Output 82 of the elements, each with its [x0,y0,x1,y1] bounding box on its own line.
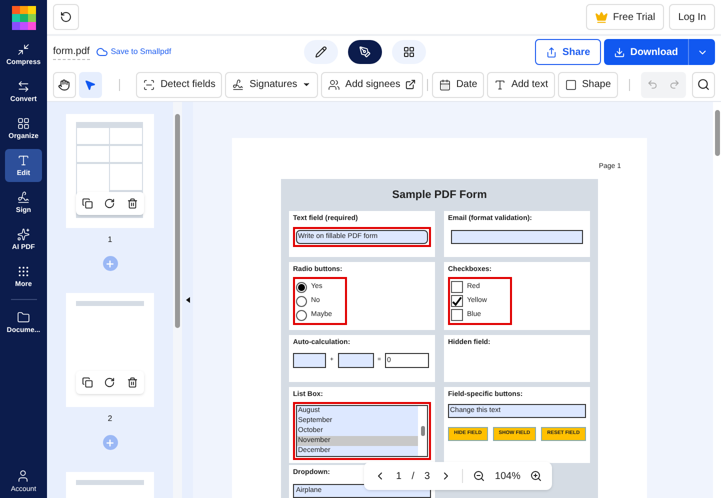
radio-button[interactable] [296,296,307,306]
plus-icon [105,258,115,268]
delete-icon[interactable] [127,198,138,209]
page-thumbnail[interactable] [66,293,154,407]
checkbox[interactable] [451,295,463,307]
number-input[interactable] [338,353,374,368]
text-icon [494,78,506,90]
delete-icon[interactable] [127,377,138,388]
caret-icon [302,80,312,89]
share-icon [546,46,558,58]
plus-icon [105,438,115,448]
page-separator: / [412,470,414,484]
view-mode-tab[interactable] [304,40,338,64]
pencil-icon [315,46,327,58]
current-page[interactable]: 1 [396,468,402,484]
form-title: Sample PDF Form [391,188,488,202]
page-scrollbar[interactable] [713,102,721,498]
collapse-icon[interactable] [186,297,190,303]
tool-button[interactable] [53,72,76,98]
rotate-icon[interactable] [104,377,116,388]
zoom-out-icon[interactable] [472,470,485,482]
crown-icon [594,10,608,24]
pointer-icon [84,78,96,90]
page-number: 2 [108,413,112,425]
external-link-icon [405,79,416,90]
radio-button[interactable] [296,282,307,292]
checkbox[interactable] [451,281,463,293]
toolbar-button[interactable]: Signatures [225,72,318,98]
undo-icon [60,11,72,23]
compress-icon [17,42,30,56]
pen-nib-icon [359,46,371,58]
total-pages: 3 [424,470,430,484]
download-button[interactable]: Download [604,39,688,65]
zoom-level: 104% [494,470,520,484]
search-icon [697,78,710,91]
scan-icon [143,78,156,90]
toolbar-button[interactable]: Shape [558,72,618,98]
file-name[interactable]: form.pdf [53,44,90,60]
number-input[interactable] [293,353,326,368]
people-icon [328,78,340,90]
toolbar-button[interactable]: Detect fields [136,72,222,98]
download-menu-button[interactable] [688,39,715,65]
folder-icon [17,310,30,324]
signature-icon [232,78,244,90]
person-icon [16,469,30,483]
toolbar-button[interactable]: Add signees [321,72,424,98]
duplicate-icon[interactable] [82,377,93,388]
page-number: 1 [108,234,112,246]
thumbnail-scrollbar[interactable] [173,102,182,498]
radio-button[interactable] [296,310,307,320]
grid-icon [403,46,415,58]
calendar-icon [439,78,452,90]
logo[interactable] [12,6,36,30]
toolbar-button[interactable]: Date [432,72,484,98]
text-input[interactable] [451,230,583,244]
swap-arrows-icon [17,80,30,92]
checkbox[interactable] [451,309,463,321]
free-trial-button[interactable]: Free Trial [586,4,664,30]
text-icon [17,154,30,166]
login-button[interactable]: Log In [669,4,715,30]
download-icon [614,46,626,58]
square-icon [565,78,578,90]
view-mode-tab[interactable] [392,40,426,64]
dots-grid-icon [17,264,30,278]
grid-icon [17,116,30,130]
thumbnail-drawing [76,301,144,306]
toolbar-button[interactable]: Add text [487,72,556,98]
signature-icon [17,190,30,204]
search-button[interactable] [692,72,716,98]
save-link[interactable]: Save to Smallpdf [96,46,172,58]
duplicate-icon[interactable] [82,198,93,209]
sparkles-icon [17,228,30,240]
zoom-in-icon[interactable] [530,470,542,482]
hand-icon [58,78,70,90]
list-scrollbar[interactable] [418,406,427,456]
share-button[interactable]: Share [535,39,602,65]
thumbnail-drawing [76,480,144,485]
cloud-icon [96,46,108,58]
rotate-icon[interactable] [104,198,116,209]
page-thumbnail[interactable] [66,114,154,228]
view-mode-tab[interactable] [348,40,382,64]
undo-button[interactable] [53,4,79,30]
